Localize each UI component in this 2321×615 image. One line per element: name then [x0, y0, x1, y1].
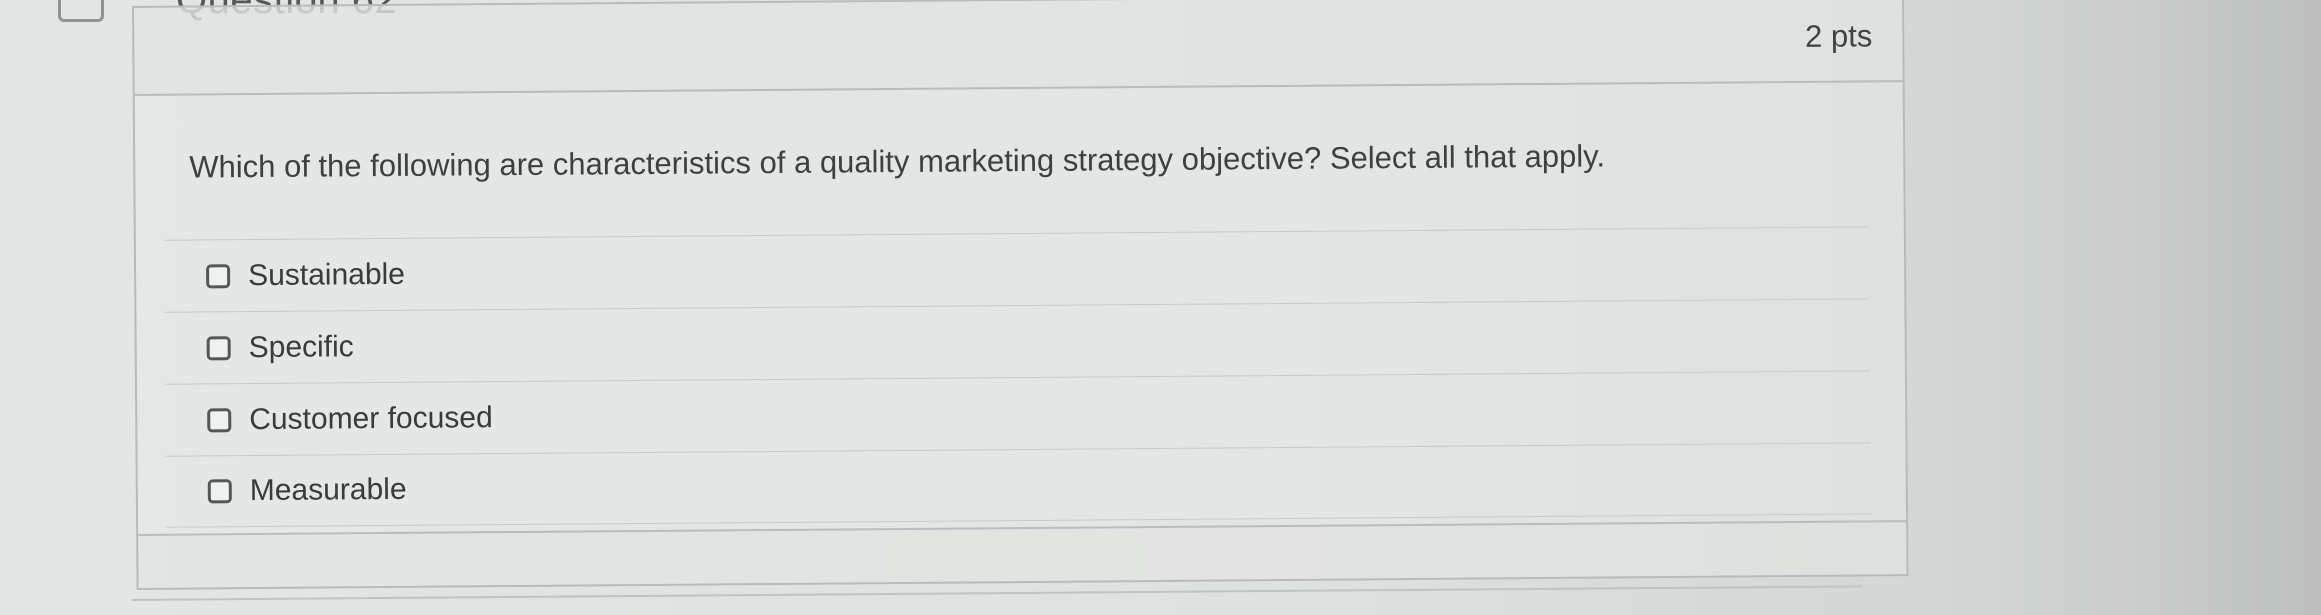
screen: Question 62 2 pts Which of the following…: [0, 0, 2321, 615]
answer-label: Customer focused: [249, 400, 493, 436]
points-label: 2 pts: [1804, 18, 1873, 54]
answer-label: Measurable: [249, 472, 407, 508]
background-shadow: [1961, 0, 2321, 615]
answer-list: Sustainable Specific Customer focused Me…: [163, 226, 1872, 528]
answer-option-specific[interactable]: Specific: [164, 298, 1870, 384]
checkbox-icon[interactable]: [207, 479, 232, 504]
answer-option-measurable[interactable]: Measurable: [165, 442, 1872, 528]
question-card: 2 pts Which of the following are charact…: [132, 0, 1909, 590]
question-prompt: Which of the following are characteristi…: [189, 138, 1606, 185]
checkbox-icon[interactable]: [206, 263, 231, 288]
question-header: 2 pts: [134, 0, 1903, 96]
checkbox-icon[interactable]: [206, 335, 231, 360]
checkbox-icon[interactable]: [207, 407, 232, 432]
card-footer-edge: [138, 520, 1907, 588]
answer-option-customer-focused[interactable]: Customer focused: [164, 370, 1871, 456]
answer-option-sustainable[interactable]: Sustainable: [163, 226, 1870, 312]
answer-label: Sustainable: [247, 257, 406, 292]
answer-label: Specific: [248, 329, 354, 364]
bookmark-icon[interactable]: [58, 0, 104, 22]
